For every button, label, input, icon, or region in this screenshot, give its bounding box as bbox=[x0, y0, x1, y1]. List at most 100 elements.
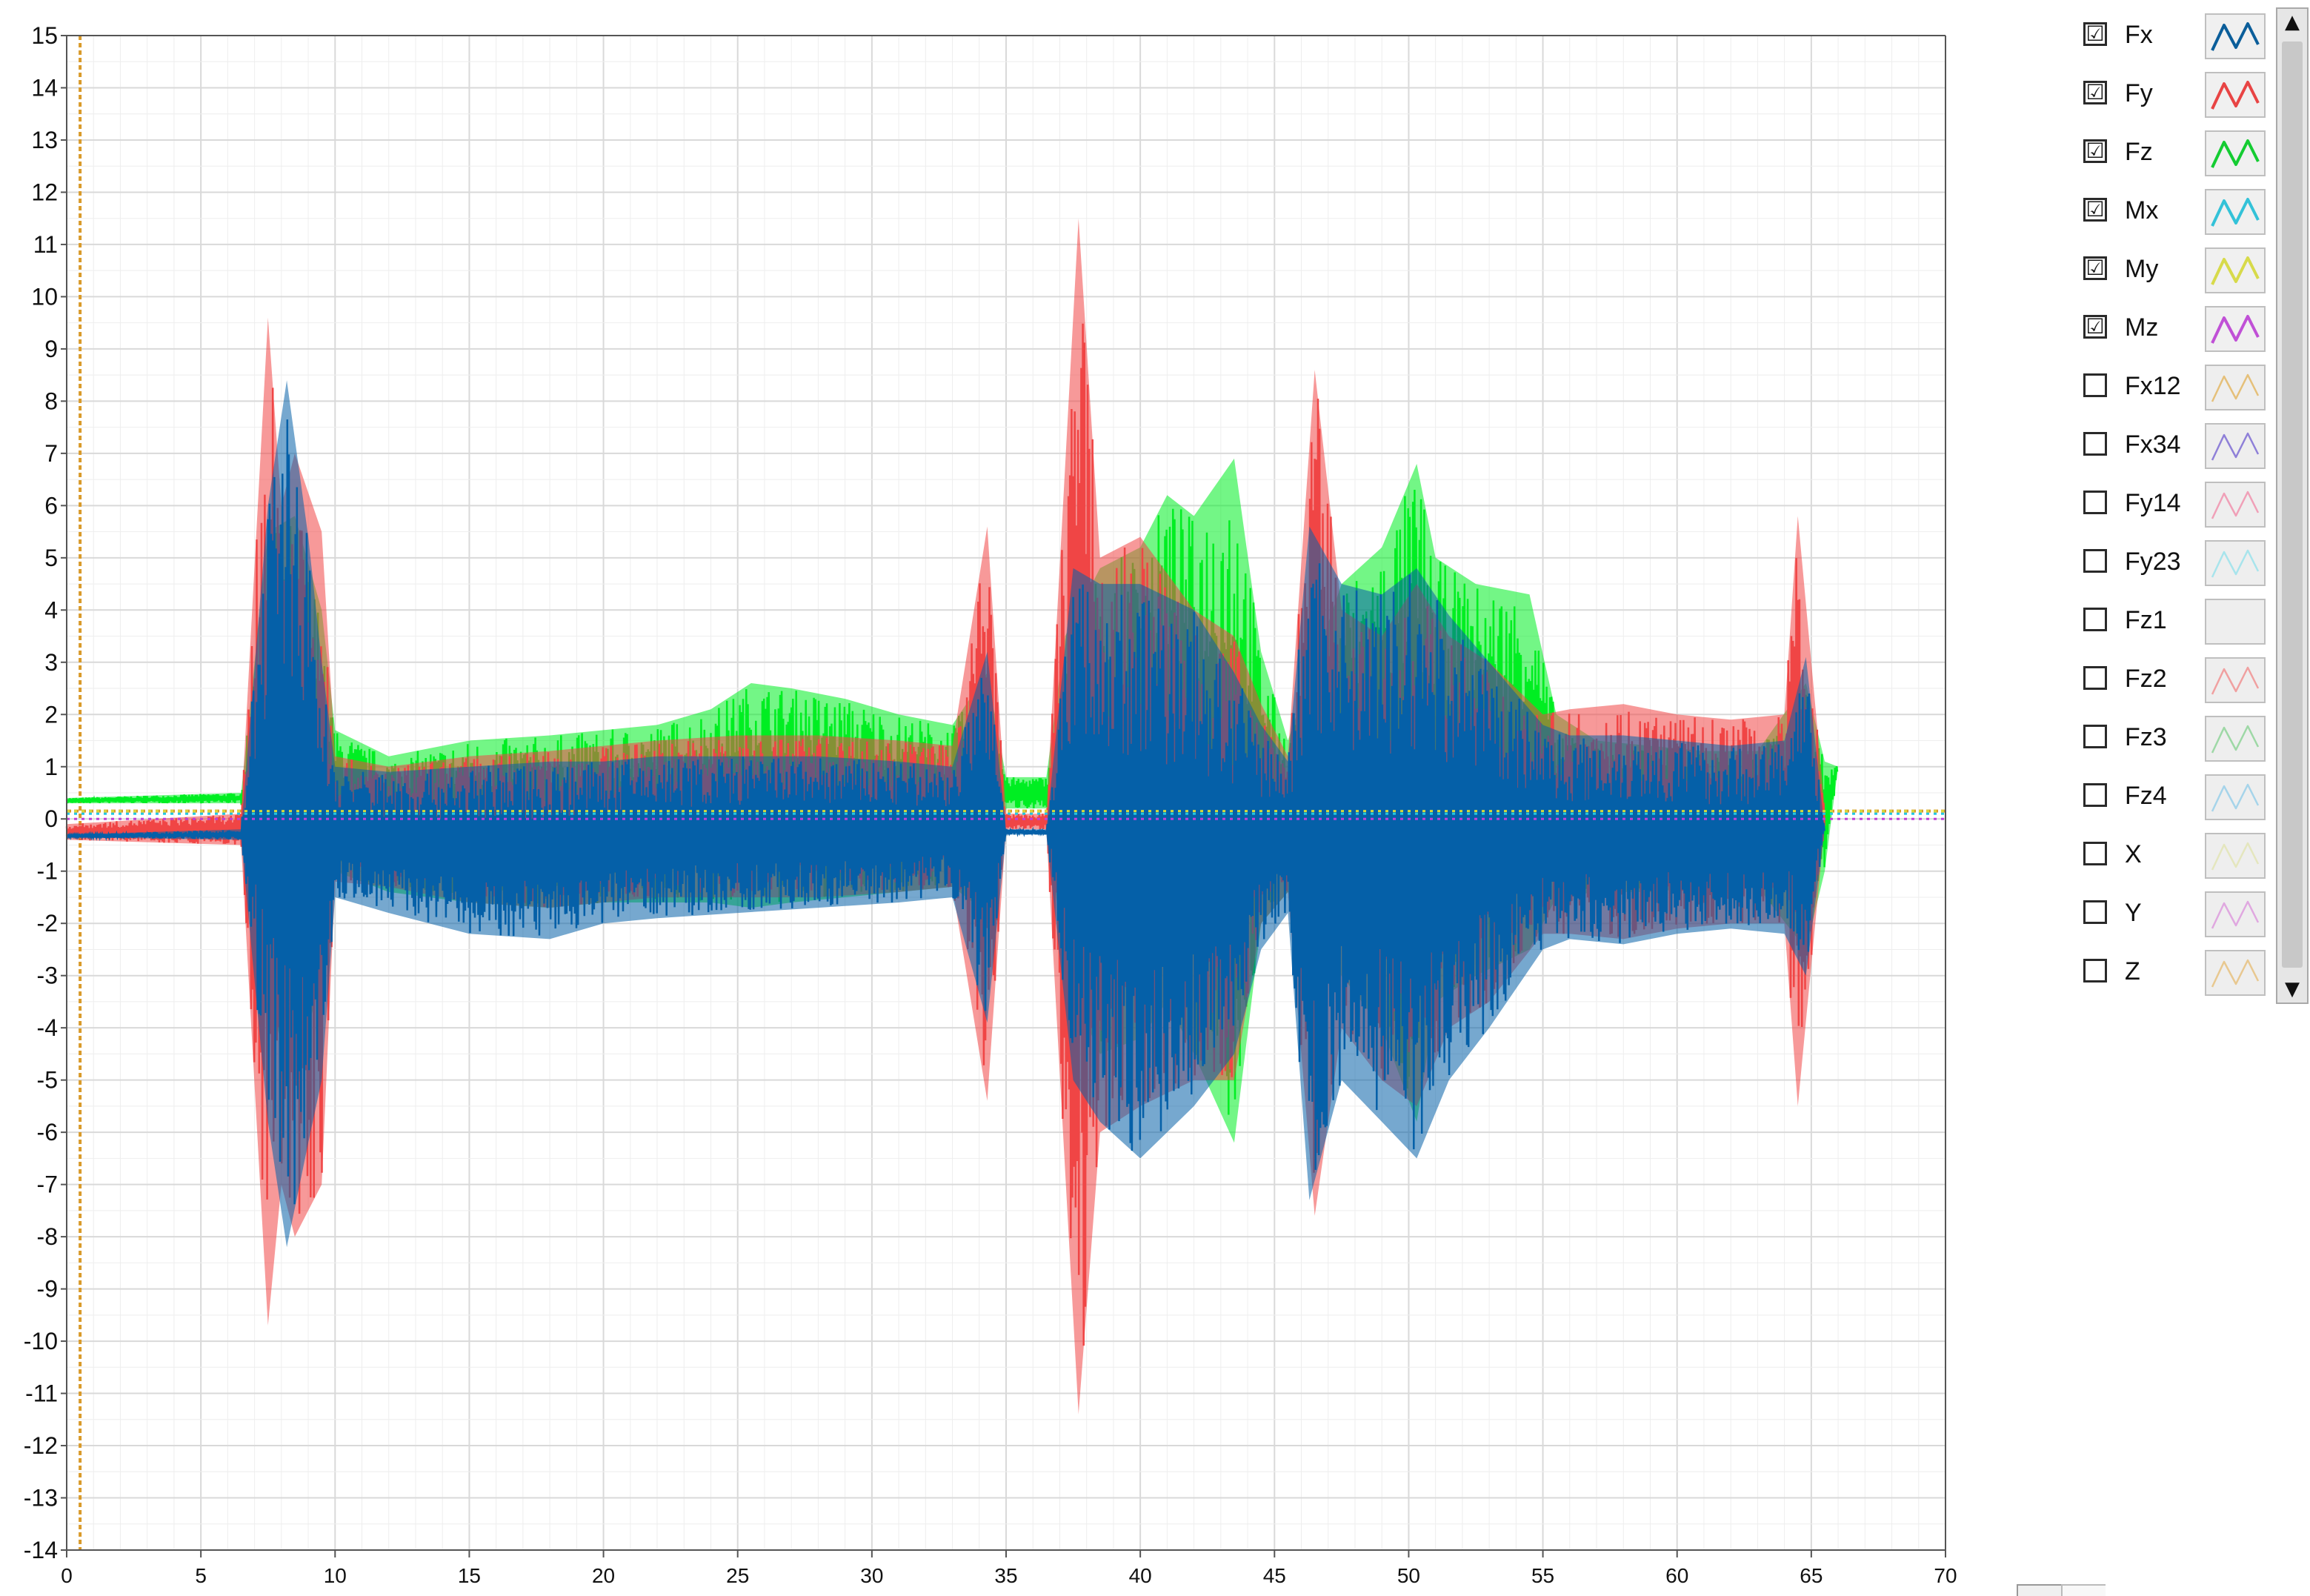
legend-checkbox[interactable] bbox=[2083, 549, 2107, 573]
y-tick-label: 8 bbox=[44, 388, 58, 414]
scroll-up-icon[interactable]: ▲ bbox=[2277, 9, 2307, 36]
legend-checkbox[interactable]: ☑ bbox=[2083, 256, 2107, 280]
legend-item-fz4[interactable]: Fz4 bbox=[2067, 768, 2266, 827]
scroll-down-icon[interactable]: ▼ bbox=[2277, 976, 2307, 1003]
legend-item-mx[interactable]: ☑ Mx bbox=[2067, 183, 2266, 242]
legend-label: Mx bbox=[2125, 196, 2159, 225]
legend-item-my[interactable]: ☑ My bbox=[2067, 242, 2266, 300]
x-tick-label: 0 bbox=[61, 1564, 73, 1587]
series-fx bbox=[65, 380, 1825, 1248]
x-tick-label: 15 bbox=[458, 1564, 481, 1587]
legend-item-fz1[interactable]: Fz1 bbox=[2067, 593, 2266, 651]
legend-item-fx12[interactable]: Fx12 bbox=[2067, 359, 2266, 417]
legend-label: Fz bbox=[2125, 138, 2153, 166]
legend-item-mz[interactable]: ☑ Mz bbox=[2067, 300, 2266, 359]
wave-swatch-icon[interactable] bbox=[2205, 482, 2266, 528]
legend-label: Fy23 bbox=[2125, 548, 2181, 576]
legend-checkbox[interactable] bbox=[2083, 432, 2107, 456]
legend-checkbox[interactable]: ☑ bbox=[2083, 22, 2107, 46]
scroll-thumb[interactable] bbox=[2282, 41, 2303, 968]
legend-checkbox[interactable] bbox=[2083, 491, 2107, 514]
legend-checkbox[interactable] bbox=[2083, 959, 2107, 982]
corner-control-2 bbox=[2061, 1584, 2106, 1596]
wave-swatch-icon[interactable] bbox=[2205, 657, 2266, 703]
wave-swatch-icon[interactable] bbox=[2205, 365, 2266, 410]
wave-swatch-icon[interactable] bbox=[2205, 13, 2266, 59]
legend-item-fz2[interactable]: Fz2 bbox=[2067, 651, 2266, 710]
x-tick-label: 65 bbox=[1800, 1564, 1823, 1587]
y-tick-label: -9 bbox=[37, 1276, 58, 1303]
legend-label: Fz2 bbox=[2125, 665, 2167, 693]
wave-swatch-icon[interactable] bbox=[2205, 599, 2266, 645]
legend-label: My bbox=[2125, 255, 2159, 283]
wave-swatch-icon[interactable] bbox=[2205, 72, 2266, 118]
wave-swatch-icon[interactable] bbox=[2205, 540, 2266, 586]
plot-area[interactable]: 15 14 13 12 11 10 9 8 7 6 5 4 3 2 1 0 -1 -2 -3 -4 -5 -6 -7 -8 -9… bbox=[0, 0, 2000, 1596]
legend-item-fy[interactable]: ☑ Fy bbox=[2067, 66, 2266, 124]
x-tick-label: 25 bbox=[726, 1564, 749, 1587]
y-tick-label: -13 bbox=[24, 1485, 58, 1512]
legend-item-fx34[interactable]: Fx34 bbox=[2067, 417, 2266, 476]
legend-checkbox[interactable] bbox=[2083, 783, 2107, 807]
wave-swatch-icon[interactable] bbox=[2205, 891, 2266, 937]
y-tick-label: 0 bbox=[44, 805, 58, 832]
legend-label: Fz4 bbox=[2125, 782, 2167, 810]
wave-swatch-icon[interactable] bbox=[2205, 247, 2266, 293]
legend-label: Fx12 bbox=[2125, 372, 2181, 400]
legend-label: Fx34 bbox=[2125, 430, 2181, 459]
x-axis-ticks: 0 5 10 15 20 25 30 35 40 45 50 55 60 65 70 bbox=[61, 1550, 1957, 1587]
legend-label: Fz1 bbox=[2125, 606, 2167, 634]
legend-item-fy14[interactable]: Fy14 bbox=[2067, 476, 2266, 534]
legend-checkbox[interactable]: ☑ bbox=[2083, 315, 2107, 339]
y-tick-label: -6 bbox=[37, 1119, 58, 1146]
legend-item-fx[interactable]: ☑ Fx bbox=[2067, 7, 2266, 66]
wave-swatch-icon[interactable] bbox=[2205, 833, 2266, 879]
legend-label: Fx bbox=[2125, 21, 2153, 49]
legend-item-y[interactable]: Y bbox=[2067, 885, 2266, 944]
y-tick-label: 14 bbox=[31, 74, 58, 101]
wave-swatch-icon[interactable] bbox=[2205, 189, 2266, 235]
x-tick-label: 30 bbox=[860, 1564, 883, 1587]
wave-swatch-icon[interactable] bbox=[2205, 423, 2266, 469]
legend-label: Fz3 bbox=[2125, 723, 2167, 751]
legend-checkbox[interactable] bbox=[2083, 842, 2107, 865]
legend-item-fz3[interactable]: Fz3 bbox=[2067, 710, 2266, 768]
y-tick-label: -2 bbox=[37, 910, 58, 937]
legend-checkbox[interactable] bbox=[2083, 373, 2107, 397]
y-tick-label: 9 bbox=[44, 336, 58, 362]
channel-legend: ☑ Fx ☑ Fy ☑ Fz ☑ Mx ☑ My ☑ Mz Fx12 Fx34 Fy14 Fy23 Fz1 Fz2… bbox=[2067, 7, 2289, 1004]
legend-checkbox[interactable] bbox=[2083, 608, 2107, 631]
legend-item-fy23[interactable]: Fy23 bbox=[2067, 534, 2266, 593]
legend-item-z[interactable]: Z bbox=[2067, 944, 2266, 1003]
y-tick-label: -5 bbox=[37, 1067, 58, 1094]
legend-checkbox[interactable]: ☑ bbox=[2083, 81, 2107, 104]
legend-checkbox[interactable] bbox=[2083, 666, 2107, 690]
corner-control bbox=[2017, 1584, 2061, 1596]
force-chart[interactable]: 1514131211109876543210-1-2-3-4-5-6-7-8-9… bbox=[0, 0, 2000, 1596]
x-tick-label: 50 bbox=[1397, 1564, 1420, 1587]
legend-label: Z bbox=[2125, 957, 2140, 985]
legend-scrollbar[interactable]: ▲ ▼ bbox=[2276, 7, 2309, 1004]
y-tick-label: -11 bbox=[25, 1380, 58, 1407]
legend-checkbox[interactable] bbox=[2083, 725, 2107, 748]
y-tick-label: 1 bbox=[44, 754, 58, 780]
legend-checkbox[interactable] bbox=[2083, 900, 2107, 924]
wave-swatch-icon[interactable] bbox=[2205, 130, 2266, 176]
legend-item-fz[interactable]: ☑ Fz bbox=[2067, 124, 2266, 183]
y-tick-label: -10 bbox=[24, 1328, 58, 1354]
legend-label: Y bbox=[2125, 899, 2142, 927]
y-tick-label: 2 bbox=[44, 701, 58, 728]
wave-swatch-icon[interactable] bbox=[2205, 774, 2266, 820]
legend-item-x[interactable]: X bbox=[2067, 827, 2266, 885]
y-tick-label: 12 bbox=[31, 179, 58, 205]
legend-label: Mz bbox=[2125, 313, 2159, 342]
legend-checkbox[interactable]: ☑ bbox=[2083, 139, 2107, 163]
x-tick-label: 45 bbox=[1263, 1564, 1286, 1587]
legend-label: Fy14 bbox=[2125, 489, 2181, 517]
wave-swatch-icon[interactable] bbox=[2205, 306, 2266, 352]
wave-swatch-icon[interactable] bbox=[2205, 716, 2266, 762]
y-tick-label: -7 bbox=[37, 1171, 58, 1198]
y-axis-ticks: 1514131211109876543210-1-2-3-4-5-6-7-8-9… bbox=[24, 22, 67, 1563]
wave-swatch-icon[interactable] bbox=[2205, 950, 2266, 996]
legend-checkbox[interactable]: ☑ bbox=[2083, 198, 2107, 222]
